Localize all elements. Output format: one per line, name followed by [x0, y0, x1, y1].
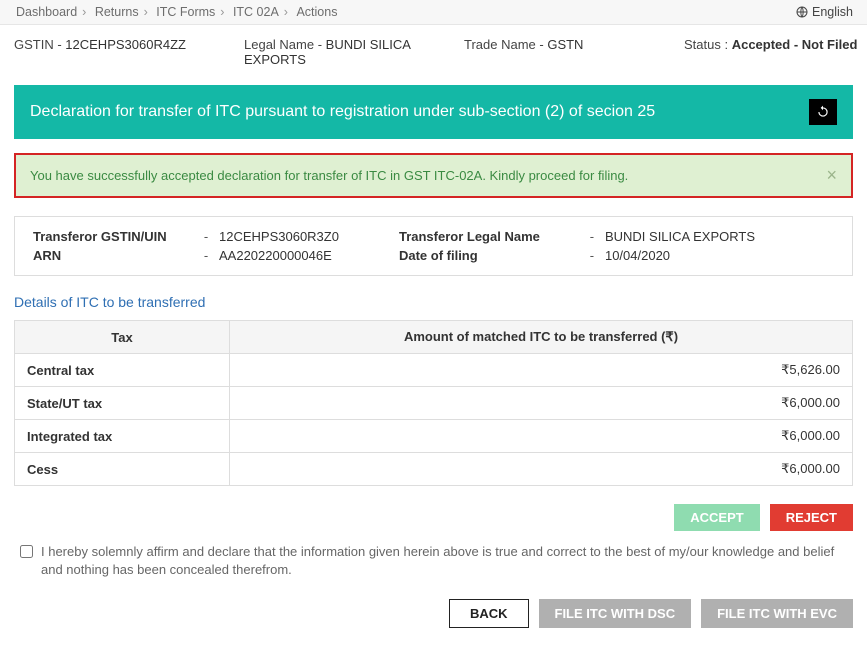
col-amount: Amount of matched ITC to be transferred … [230, 321, 853, 354]
action-row-file: BACK FILE ITC WITH DSC FILE ITC WITH EVC [0, 587, 867, 648]
reject-button[interactable]: REJECT [770, 504, 853, 531]
table-row: Central tax₹5,626.00 [15, 354, 853, 387]
refresh-icon [816, 105, 830, 119]
transferor-gstin-value: 12CEHPS3060R3Z0 [219, 229, 339, 244]
refresh-button[interactable] [809, 99, 837, 125]
gstin-value: 12CEHPS3060R4ZZ [65, 37, 186, 52]
affirmation-text: I hereby solemnly affirm and declare tha… [41, 543, 847, 579]
cell-amount: ₹5,626.00 [230, 354, 853, 387]
language-label: English [812, 5, 853, 19]
arn-value: AA220220000046E [219, 248, 332, 263]
banner-title: Declaration for transfer of ITC pursuant… [30, 103, 655, 121]
crumb-itc-02a[interactable]: ITC 02A [233, 5, 279, 19]
alert-text: You have successfully accepted declarati… [30, 168, 628, 183]
file-evc-button[interactable]: FILE ITC WITH EVC [701, 599, 853, 628]
close-icon[interactable]: × [826, 165, 837, 186]
chevron-right-icon: › [82, 5, 86, 19]
cell-tax: State/UT tax [15, 387, 230, 420]
table-row: Cess₹6,000.00 [15, 453, 853, 486]
breadcrumb: Dashboard› Returns› ITC Forms› ITC 02A› … [14, 5, 339, 19]
col-tax: Tax [15, 321, 230, 354]
transferor-legal-name-value: BUNDI SILICA EXPORTS [605, 229, 755, 244]
section-title: Details of ITC to be transferred [14, 294, 853, 310]
back-button[interactable]: BACK [449, 599, 529, 628]
crumb-itc-forms[interactable]: ITC Forms [156, 5, 215, 19]
top-bar: Dashboard› Returns› ITC Forms› ITC 02A› … [0, 0, 867, 25]
file-dsc-button[interactable]: FILE ITC WITH DSC [539, 599, 692, 628]
chevron-right-icon: › [220, 5, 224, 19]
success-alert: You have successfully accepted declarati… [14, 153, 853, 198]
status-value: Accepted - Not Filed [732, 37, 858, 52]
table-row: State/UT tax₹6,000.00 [15, 387, 853, 420]
crumb-returns[interactable]: Returns [95, 5, 139, 19]
accept-button[interactable]: ACCEPT [674, 504, 759, 531]
transferor-box: Transferor GSTIN/UIN - 12CEHPS3060R3Z0 A… [14, 216, 853, 276]
status-label: Status : [684, 37, 732, 52]
cell-amount: ₹6,000.00 [230, 420, 853, 453]
itc-table: Tax Amount of matched ITC to be transfer… [14, 320, 853, 486]
legal-name-label: Legal Name - [244, 37, 326, 52]
affirmation-row[interactable]: I hereby solemnly affirm and declare tha… [0, 539, 867, 587]
table-row: Integrated tax₹6,000.00 [15, 420, 853, 453]
action-row-accept-reject: ACCEPT REJECT [0, 486, 867, 539]
info-row: GSTIN - 12CEHPS3060R4ZZ Legal Name - BUN… [0, 25, 867, 85]
cell-amount: ₹6,000.00 [230, 387, 853, 420]
trade-name-label: Trade Name - [464, 37, 547, 52]
language-selector[interactable]: English [796, 5, 853, 19]
crumb-dashboard[interactable]: Dashboard [16, 5, 77, 19]
date-filing-label: Date of filing [399, 248, 579, 263]
cell-tax: Integrated tax [15, 420, 230, 453]
gstin-label: GSTIN - [14, 37, 65, 52]
globe-icon [796, 6, 808, 18]
page-banner: Declaration for transfer of ITC pursuant… [14, 85, 853, 139]
cell-tax: Central tax [15, 354, 230, 387]
date-filing-value: 10/04/2020 [605, 248, 670, 263]
chevron-right-icon: › [284, 5, 288, 19]
cell-amount: ₹6,000.00 [230, 453, 853, 486]
cell-tax: Cess [15, 453, 230, 486]
chevron-right-icon: › [144, 5, 148, 19]
affirmation-checkbox[interactable] [20, 545, 33, 558]
arn-label: ARN [33, 248, 193, 263]
transferor-legal-name-label: Transferor Legal Name [399, 229, 579, 244]
trade-name-value: GSTN [547, 37, 583, 52]
crumb-actions[interactable]: Actions [296, 5, 337, 19]
transferor-gstin-label: Transferor GSTIN/UIN [33, 229, 193, 244]
